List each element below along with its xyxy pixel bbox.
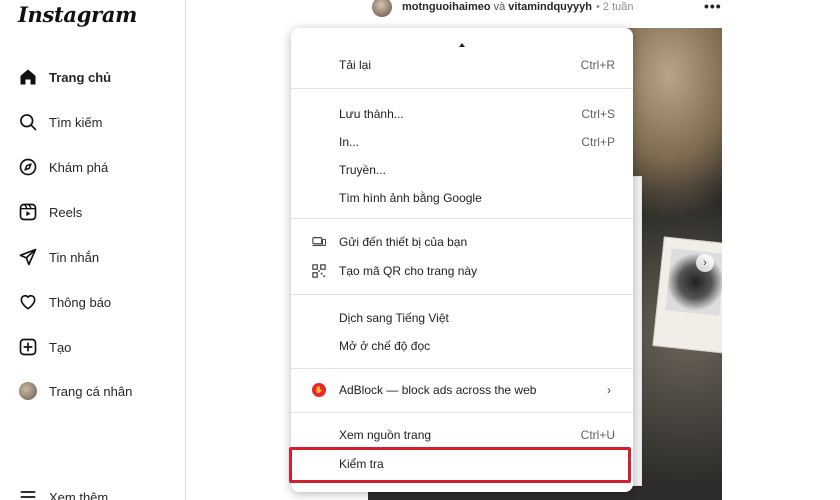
menu-item-label: Tạo mã QR cho trang này <box>339 264 478 278</box>
avatar <box>19 382 37 400</box>
adblock-icon: ✋ <box>311 382 327 398</box>
sidebar-item-label: Trang cá nhân <box>49 383 133 399</box>
post-username-2[interactable]: vitamindquyyyh <box>508 1 592 13</box>
sidebar-item-label: Tạo <box>49 339 72 355</box>
compass-icon <box>18 157 38 177</box>
menu-separator <box>291 294 633 295</box>
sidebar-item-messages[interactable]: Tin nhắn <box>18 244 99 270</box>
post-time: • 2 tuần <box>595 1 634 13</box>
instagram-logo[interactable]: Instagram <box>18 2 137 27</box>
sidebar-item-label: Thông báo <box>49 294 112 310</box>
sidebar-item-create[interactable]: Tạo <box>18 334 71 360</box>
post-avatar[interactable] <box>372 0 392 17</box>
sidebar-item-label: Xem thêm <box>49 489 109 500</box>
menu-item-reading-mode[interactable]: Mở ở chế độ đọc <box>291 332 633 360</box>
menu-icon <box>18 487 38 500</box>
send-icon <box>18 247 38 267</box>
plus-square-icon <box>18 337 38 357</box>
sidebar-item-explore[interactable]: Khám phá <box>18 154 108 180</box>
qr-code-icon <box>311 263 327 279</box>
post-header: motnguoihaimeo và vitamindquyyyh • 2 tuầ… <box>372 0 633 18</box>
reels-icon <box>18 202 38 222</box>
menu-separator <box>291 412 633 413</box>
scroll-up-arrow-icon[interactable] <box>459 43 465 47</box>
sidebar-item-more[interactable]: Xem thêm <box>18 484 108 500</box>
menu-item-inspect[interactable]: Kiểm tra <box>291 450 633 478</box>
sidebar-item-home[interactable]: Trang chủ <box>18 64 111 90</box>
menu-separator <box>291 218 633 219</box>
sidebar-item-search[interactable]: Tìm kiếm <box>18 109 102 135</box>
sidebar: Instagram Trang chủ Tìm kiếm Khám phá Re… <box>0 0 186 500</box>
menu-item-label: Mở ở chế độ đọc <box>339 339 431 353</box>
menu-separator <box>291 88 633 89</box>
menu-item-print[interactable]: In... Ctrl+P <box>291 128 633 156</box>
menu-item-view-source[interactable]: Xem nguồn trang Ctrl+U <box>291 421 633 449</box>
sidebar-item-label: Khám phá <box>49 159 109 175</box>
sidebar-item-profile[interactable]: Trang cá nhân <box>18 378 132 404</box>
menu-item-create-qr[interactable]: Tạo mã QR cho trang này <box>291 257 633 285</box>
menu-item-send-to-devices[interactable]: Gửi đến thiết bị của bạn <box>291 228 633 256</box>
menu-separator <box>291 368 633 369</box>
sidebar-item-label: Trang chủ <box>49 69 112 85</box>
menu-item-cast[interactable]: Truyền... <box>291 156 633 184</box>
menu-item-save-as[interactable]: Lưu thành... Ctrl+S <box>291 100 633 128</box>
menu-item-search-image-google[interactable]: Tìm hình ảnh bằng Google <box>291 184 633 212</box>
sidebar-item-label: Tin nhắn <box>49 249 100 265</box>
menu-item-shortcut: Ctrl+S <box>581 107 615 121</box>
menu-item-label: Tải lại <box>339 58 372 72</box>
search-icon <box>18 112 38 132</box>
menu-item-adblock[interactable]: ✋ AdBlock — block ads across the web › <box>291 376 633 404</box>
context-menu: Tải lại Ctrl+R Lưu thành... Ctrl+S In...… <box>291 28 633 492</box>
sidebar-item-notifications[interactable]: Thông báo <box>18 289 111 315</box>
post-more-options-icon[interactable]: ••• <box>704 0 722 14</box>
menu-item-translate[interactable]: Dịch sang Tiếng Việt <box>291 304 633 332</box>
home-icon <box>18 67 38 87</box>
menu-item-label: Dịch sang Tiếng Việt <box>339 311 449 325</box>
sidebar-item-label: Tìm kiếm <box>49 114 103 130</box>
menu-item-label: Gửi đến thiết bị của bạn <box>339 235 468 249</box>
submenu-arrow-icon: › <box>607 383 611 397</box>
menu-item-shortcut: Ctrl+U <box>580 428 615 442</box>
menu-item-label: Lưu thành... <box>339 107 404 121</box>
next-slide-icon[interactable]: › <box>696 254 714 272</box>
heart-icon <box>18 292 38 312</box>
menu-item-label: Truyền... <box>339 163 386 177</box>
photo-card <box>652 236 722 354</box>
sidebar-item-reels[interactable]: Reels <box>18 199 82 225</box>
menu-item-reload[interactable]: Tải lại Ctrl+R <box>291 53 633 77</box>
post-and-text: và <box>493 1 506 13</box>
menu-item-shortcut: Ctrl+P <box>581 135 615 149</box>
profile-icon-wrap <box>18 381 38 401</box>
menu-item-label: Tìm hình ảnh bằng Google <box>339 191 482 205</box>
devices-icon <box>311 234 327 250</box>
menu-item-label: AdBlock — block ads across the web <box>339 383 537 397</box>
post-username-1[interactable]: motnguoihaimeo <box>402 1 491 13</box>
menu-item-label: In... <box>339 135 360 149</box>
menu-item-label: Xem nguồn trang <box>339 428 432 442</box>
menu-item-shortcut: Ctrl+R <box>580 58 615 72</box>
menu-item-label: Kiểm tra <box>339 457 384 471</box>
sidebar-item-label: Reels <box>49 204 83 220</box>
